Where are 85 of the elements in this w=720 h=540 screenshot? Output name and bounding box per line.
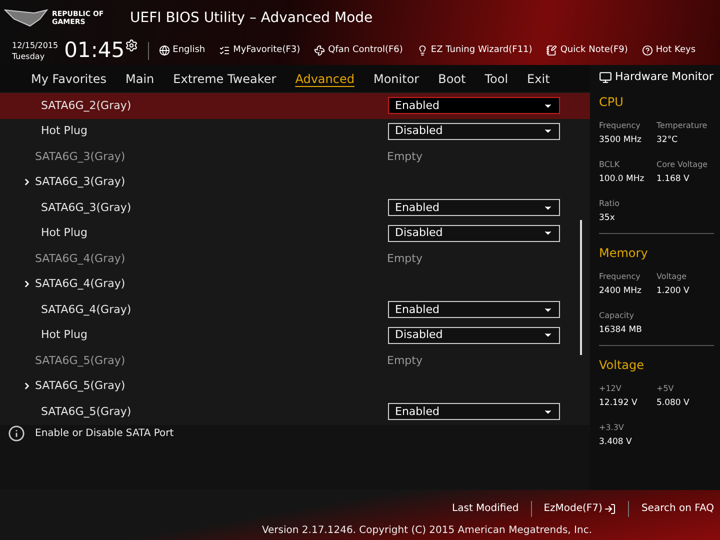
dropdown[interactable]: Enabled bbox=[388, 301, 560, 318]
stat-value: 12.192 V bbox=[599, 397, 638, 410]
scrollbar-thumb[interactable] bbox=[580, 220, 582, 355]
setting-label: Hot Plug bbox=[41, 225, 88, 241]
menu-tab[interactable]: Advanced bbox=[295, 70, 354, 88]
stat-value: 2400 MHz bbox=[599, 285, 643, 298]
stat-value: 3500 MHz bbox=[599, 134, 643, 147]
clock-text: 01:45 bbox=[64, 36, 125, 64]
window-title: UEFI BIOS Utility – Advanced Mode bbox=[130, 8, 373, 28]
section-title: Memory bbox=[599, 245, 649, 262]
setting-label: SATA6G_5(Gray) bbox=[35, 352, 126, 369]
stat-label: Frequency bbox=[599, 271, 642, 283]
setting-label: SATA6G_2(Gray) bbox=[41, 98, 132, 114]
logo-icon bbox=[4, 7, 48, 29]
setting-label: SATA6G_3(Gray) bbox=[41, 200, 132, 216]
stat-label: Voltage bbox=[656, 271, 688, 283]
exit-icon bbox=[604, 502, 616, 514]
stat-value: 3.408 V bbox=[599, 436, 633, 449]
stat-value: 5.080 V bbox=[656, 397, 690, 410]
globe-icon bbox=[158, 45, 170, 56]
stat-label: Temperature bbox=[656, 120, 708, 132]
footer-link[interactable]: Last Modified bbox=[452, 501, 519, 516]
monitor-icon bbox=[599, 71, 612, 84]
stat-label: Core Voltage bbox=[656, 159, 709, 171]
note-icon bbox=[546, 45, 558, 56]
dropdown[interactable]: Disabled bbox=[388, 326, 560, 344]
menu-tab[interactable]: Tool bbox=[484, 70, 508, 88]
chevron-icon bbox=[22, 381, 32, 392]
toolbar-button[interactable]: EZ Tuning Wizard(F11) bbox=[416, 44, 532, 58]
section-title: Voltage bbox=[599, 357, 646, 374]
setting-value: Empty bbox=[387, 250, 422, 266]
fan-icon bbox=[314, 45, 326, 56]
stat-label: Ratio bbox=[599, 198, 621, 210]
section-title: CPU bbox=[599, 94, 624, 111]
stat-value: 1.200 V bbox=[656, 285, 690, 298]
setting-label: SATA6G_5(Gray) bbox=[41, 404, 132, 420]
lightbulb-icon bbox=[416, 45, 428, 56]
settings-icon[interactable] bbox=[124, 39, 138, 52]
stat-value: 100.0 MHz bbox=[599, 173, 646, 186]
stat-value: 16384 MB bbox=[599, 324, 643, 337]
stat-label: +3.3V bbox=[599, 422, 625, 434]
stat-label: BCLK bbox=[599, 159, 621, 171]
footer-link[interactable]: Search on FAQ bbox=[641, 501, 714, 516]
toolbar-button[interactable]: Hot Keys bbox=[642, 44, 696, 58]
dropdown[interactable]: Disabled bbox=[388, 122, 560, 140]
stat-value: 35x bbox=[599, 212, 616, 225]
chevron-icon bbox=[22, 279, 32, 290]
setting-label: SATA6G_3(Gray) bbox=[35, 148, 126, 165]
setting-label: Hot Plug bbox=[41, 327, 88, 343]
footer-link[interactable]: EzMode(F7) bbox=[544, 501, 616, 516]
toolbar-button[interactable]: English bbox=[158, 44, 206, 58]
dropdown[interactable]: Enabled bbox=[388, 97, 560, 114]
toolbar-button[interactable]: Qfan Control(F6) bbox=[314, 44, 403, 58]
stat-value: 32°C bbox=[656, 134, 679, 147]
version-text: Version 2.17.1246. Copyright (C) 2015 American Megatrends, Inc. bbox=[262, 524, 592, 538]
setting-label: Hot Plug bbox=[41, 123, 88, 139]
info-icon bbox=[8, 425, 25, 442]
setting-row[interactable]: SATA6G_2(Gray) Enabled bbox=[0, 93, 590, 118]
panel-title: Hardware Monitor bbox=[615, 69, 714, 86]
date-text: 12/15/2015 bbox=[12, 40, 58, 50]
stat-label: Frequency bbox=[599, 120, 642, 132]
help-text: Enable or Disable SATA Port bbox=[35, 427, 174, 441]
menu-tab[interactable]: Exit bbox=[527, 70, 550, 88]
dropdown[interactable]: Disabled bbox=[388, 224, 560, 242]
menu-tab[interactable]: Boot bbox=[438, 70, 466, 88]
stat-label: +12V bbox=[599, 383, 622, 395]
menu-tab[interactable]: My Favorites bbox=[31, 70, 106, 88]
menu-tab[interactable]: Monitor bbox=[373, 70, 420, 88]
setting-label: SATA6G_4(Gray) bbox=[35, 250, 126, 267]
setting-value: Empty bbox=[387, 148, 422, 164]
help-icon bbox=[642, 45, 653, 56]
stat-label: Capacity bbox=[599, 310, 635, 322]
menu-tab[interactable]: Extreme Tweaker bbox=[173, 70, 276, 88]
toolbar-button[interactable]: MyFavorite(F3) bbox=[219, 44, 300, 58]
list-icon bbox=[219, 45, 230, 56]
dropdown[interactable]: Enabled bbox=[388, 199, 560, 216]
menu-tab[interactable]: Main bbox=[125, 70, 154, 88]
day-text: Tuesday bbox=[12, 50, 46, 62]
toolbar-button[interactable]: Quick Note(F9) bbox=[546, 44, 628, 58]
setting-value: Empty bbox=[387, 352, 422, 368]
stat-value: 1.168 V bbox=[656, 173, 690, 186]
chevron-icon bbox=[22, 177, 32, 188]
setting-label: SATA6G_4(Gray) bbox=[41, 302, 132, 318]
stat-label: +5V bbox=[656, 383, 675, 395]
dropdown[interactable]: Enabled bbox=[388, 403, 560, 420]
